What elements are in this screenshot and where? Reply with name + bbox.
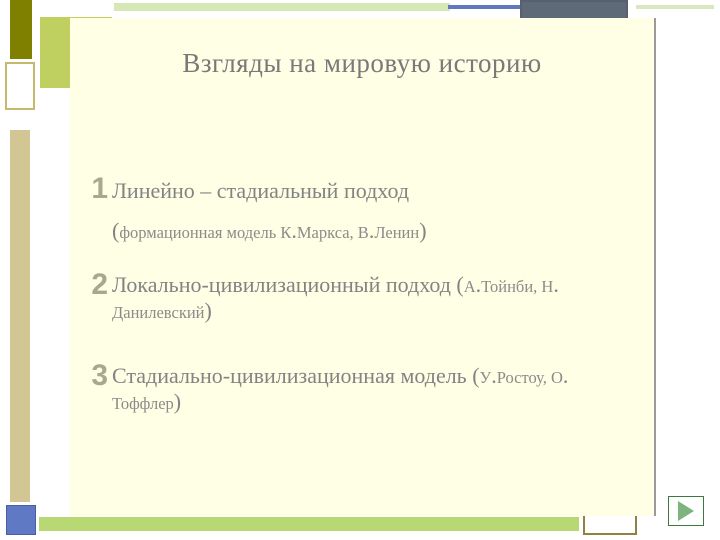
- dot: .: [563, 363, 569, 388]
- item-line: Локально-цивилизационный подход (А.Тойнб…: [112, 272, 652, 298]
- sub-text: Данилевский: [112, 303, 205, 322]
- list-item: 2 Локально-цивилизационный подход (А.Той…: [112, 272, 652, 324]
- deco-top-blue: [448, 5, 520, 9]
- dot: .: [553, 272, 559, 297]
- content-panel: Взгляды на мировую историю 1 Линейно – с…: [70, 18, 656, 516]
- sub-text: Ростоу, О: [497, 368, 563, 387]
- item-main: Линейно – стадиальный подход: [112, 176, 652, 206]
- paren-close: ): [174, 389, 181, 414]
- sub-text: формационная модель К: [119, 223, 291, 242]
- item-main: Локально-цивилизационный подход: [112, 272, 456, 297]
- sub-text: У: [480, 368, 492, 387]
- paren-close: ): [205, 298, 212, 323]
- deco-olive-bar: [10, 0, 32, 59]
- paren-close: ): [419, 218, 426, 243]
- slide-title: Взгляды на мировую историю: [70, 48, 654, 79]
- item-line: Тоффлер): [112, 389, 652, 415]
- item-number: 1: [84, 172, 108, 206]
- item-sub: (формационная модель К.Маркса, В.Ленин): [112, 216, 652, 247]
- item-line: Стадиально-цивилизационная модель (У.Рос…: [112, 363, 652, 389]
- item-main: Стадиально-цивилизационная модель: [112, 363, 472, 388]
- next-slide-button[interactable]: [668, 496, 704, 526]
- item-line: Данилевский): [112, 298, 652, 324]
- deco-blue-square: [6, 505, 36, 535]
- deco-left-tall: [10, 130, 30, 502]
- item-number: 2: [84, 268, 108, 302]
- sub-text: А: [464, 277, 476, 296]
- sub-text: Тоффлер: [112, 394, 174, 413]
- sub-text: Ленин: [374, 223, 419, 242]
- paren-open: (: [472, 363, 479, 388]
- list-item: 1 Линейно – стадиальный подход (формацио…: [112, 176, 652, 246]
- paren-open: (: [456, 272, 463, 297]
- deco-top-lime: [114, 3, 450, 11]
- chevron-right-icon: [678, 501, 694, 521]
- item-number: 3: [84, 359, 108, 393]
- deco-top-right: [636, 5, 714, 9]
- slide-canvas: Взгляды на мировую историю 1 Линейно – с…: [0, 0, 720, 540]
- deco-bottom-lime: [39, 517, 579, 531]
- sub-text: Тойнби, Н: [481, 277, 553, 296]
- list-item: 3 Стадиально-цивилизационная модель (У.Р…: [112, 363, 652, 415]
- deco-left-outline: [5, 62, 35, 110]
- deco-top-dark-box: [520, 0, 628, 20]
- sub-text: Маркса, В: [297, 223, 369, 242]
